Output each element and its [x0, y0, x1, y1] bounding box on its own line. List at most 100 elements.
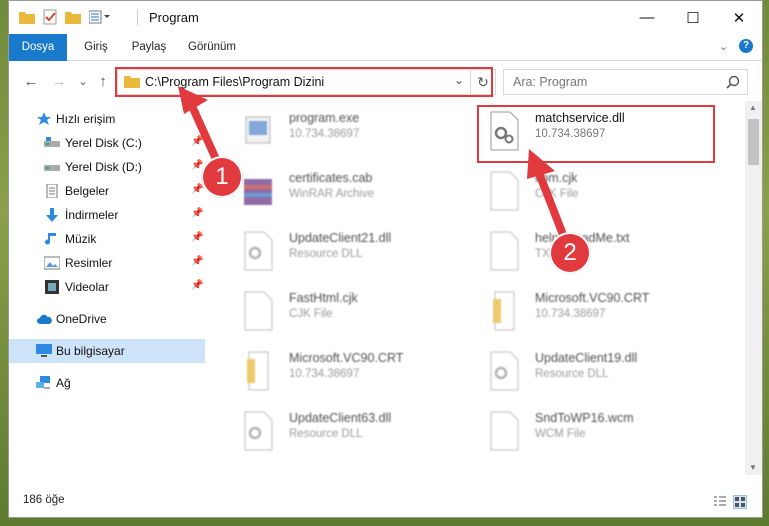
file-name: FastHtml.cjk — [289, 291, 358, 305]
new-folder-icon[interactable] — [65, 10, 81, 24]
pin-icon[interactable]: 📌 — [191, 184, 203, 195]
file-item[interactable]: UpdateClient19.dll Resource DLL — [479, 343, 719, 399]
tab-home[interactable]: Giriş — [75, 34, 117, 60]
archive-icon — [244, 179, 272, 205]
recent-locations-button[interactable]: ⌄ — [73, 72, 93, 92]
file-item[interactable]: FastHtml.cjk CJK File — [233, 283, 473, 339]
sidebar-item-label: Ağ — [56, 376, 71, 390]
file-item[interactable]: Microsoft.VC90.CRT 10.734.38697 — [479, 283, 719, 339]
customize-toolbar-icon[interactable] — [89, 10, 111, 24]
sidebar-item-label: Hızlı erişim — [56, 112, 116, 126]
file-item[interactable]: UpdateClient21.dll Resource DLL — [233, 223, 473, 279]
exe-icon — [245, 116, 271, 144]
folder-file-icon — [493, 291, 515, 331]
sidebar-item-onedrive[interactable]: OneDrive — [9, 307, 205, 331]
title-separator — [137, 9, 138, 25]
file-name: UpdateClient63.dll — [289, 411, 392, 425]
file-detail: Resource DLL — [535, 368, 609, 380]
file-item[interactable]: Microsoft.VC90.CRT 10.734.38697 — [233, 343, 473, 399]
file-item[interactable]: SndToWP16.wcm WCM File — [479, 403, 719, 459]
file-detail: WinRAR Archive — [289, 188, 374, 200]
sidebar-item-documents[interactable]: Belgeler 📌 — [9, 179, 205, 203]
pin-icon[interactable]: 📌 — [191, 208, 203, 219]
pin-icon[interactable]: 📌 — [191, 280, 203, 291]
scroll-up-icon[interactable]: ▲ — [749, 103, 757, 112]
file-detail: Resource DLL — [289, 248, 363, 260]
file-name: UpdateClient19.dll — [535, 351, 638, 365]
close-button[interactable]: ✕ — [716, 1, 762, 34]
network-icon — [36, 376, 50, 389]
drive-icon — [44, 137, 60, 147]
file-name: SndToWP16.wcm — [535, 411, 634, 425]
sidebar-item-label: Yerel Disk (D:) — [65, 160, 142, 174]
music-icon — [45, 233, 56, 245]
file-highlight-box — [477, 105, 715, 163]
file-item[interactable]: UpdateClient63.dll Resource DLL — [233, 403, 473, 459]
file-detail: 10.734.38697 — [289, 128, 360, 140]
sidebar-item-label: Müzik — [65, 232, 97, 246]
dll-gear-icon — [244, 411, 273, 451]
sidebar-item-label: Yerel Disk (C:) — [65, 136, 142, 150]
file-name: UpdateClient21.dll — [289, 231, 392, 245]
sidebar-item-this-pc[interactable]: Bu bilgisayar — [9, 339, 205, 363]
folder-file-icon — [247, 351, 269, 391]
ribbon-tabs: Dosya Giriş Paylaş Görünüm ⌄ ? — [9, 34, 762, 90]
item-count: 186 öğe — [23, 494, 65, 506]
file-detail: 10.734.38697 — [535, 308, 606, 320]
file-name: Microsoft.VC90.CRT — [289, 351, 404, 365]
scroll-down-icon[interactable]: ▼ — [749, 463, 757, 472]
quick-access-toolbar — [19, 8, 111, 26]
help-icon[interactable]: ? — [739, 39, 753, 53]
sidebar-item-pictures[interactable]: Resimler 📌 — [9, 251, 205, 275]
window-title: Program — [149, 10, 199, 25]
sidebar-item-label: Resimler — [65, 256, 113, 270]
pin-icon[interactable]: 📌 — [191, 232, 203, 243]
file-item[interactable]: program.exe 10.734.38697 — [233, 103, 473, 159]
blank-file-icon — [490, 411, 519, 451]
large-icons-view-icon[interactable] — [733, 495, 747, 509]
step-badge-2: 2 — [549, 232, 591, 274]
back-button[interactable]: ← — [21, 72, 41, 92]
up-button[interactable]: ↑ — [93, 72, 113, 92]
sidebar-item-label: İndirmeler — [65, 208, 119, 222]
star-icon — [37, 112, 51, 125]
maximize-button[interactable]: ☐ — [670, 1, 716, 34]
properties-icon[interactable] — [43, 9, 57, 25]
dll-gear-icon — [490, 351, 519, 391]
status-bar: 186 öğe — [9, 487, 762, 517]
sidebar-item-videos[interactable]: Videolar 📌 — [9, 275, 205, 299]
blank-file-icon — [244, 291, 273, 331]
file-name: program.exe — [289, 111, 360, 125]
file-name: Microsoft.VC90.CRT — [535, 291, 650, 305]
tab-share[interactable]: Paylaş — [124, 34, 174, 60]
cloud-icon — [37, 314, 52, 324]
folder-icon[interactable] — [19, 10, 35, 24]
scrollbar-thumb[interactable] — [748, 119, 759, 165]
title-bar: Program — ☐ ✕ — [9, 1, 762, 34]
sidebar-item-music[interactable]: Müzik 📌 — [9, 227, 205, 251]
file-detail: CJK File — [289, 308, 333, 320]
sidebar-item-downloads[interactable]: İndirmeler 📌 — [9, 203, 205, 227]
computer-icon — [36, 344, 52, 357]
dll-gear-icon — [244, 231, 273, 271]
sidebar-item-label: OneDrive — [56, 312, 107, 326]
file-name: certificates.cab — [289, 171, 373, 185]
drive-icon — [44, 165, 60, 171]
file-detail: WCM File — [535, 428, 586, 440]
minimize-button[interactable]: — — [624, 1, 670, 34]
ribbon-expand-icon[interactable]: ⌄ — [719, 40, 728, 53]
forward-button[interactable]: → — [49, 72, 69, 92]
details-view-icon[interactable] — [713, 495, 727, 509]
documents-icon — [46, 184, 58, 198]
tab-view[interactable]: Görünüm — [181, 34, 243, 60]
search-icon[interactable] — [726, 75, 740, 89]
vertical-scrollbar[interactable]: ▲ ▼ — [745, 101, 762, 475]
search-placeholder: Ara: Program — [513, 75, 588, 89]
sidebar-item-network[interactable]: Ağ — [9, 371, 205, 395]
step-badge-1: 1 — [201, 156, 243, 198]
file-item[interactable]: certificates.cab WinRAR Archive — [233, 163, 473, 219]
pin-icon[interactable]: 📌 — [191, 256, 203, 267]
videos-icon — [45, 280, 59, 294]
search-box[interactable]: Ara: Program — [503, 69, 748, 95]
pictures-icon — [44, 256, 60, 270]
